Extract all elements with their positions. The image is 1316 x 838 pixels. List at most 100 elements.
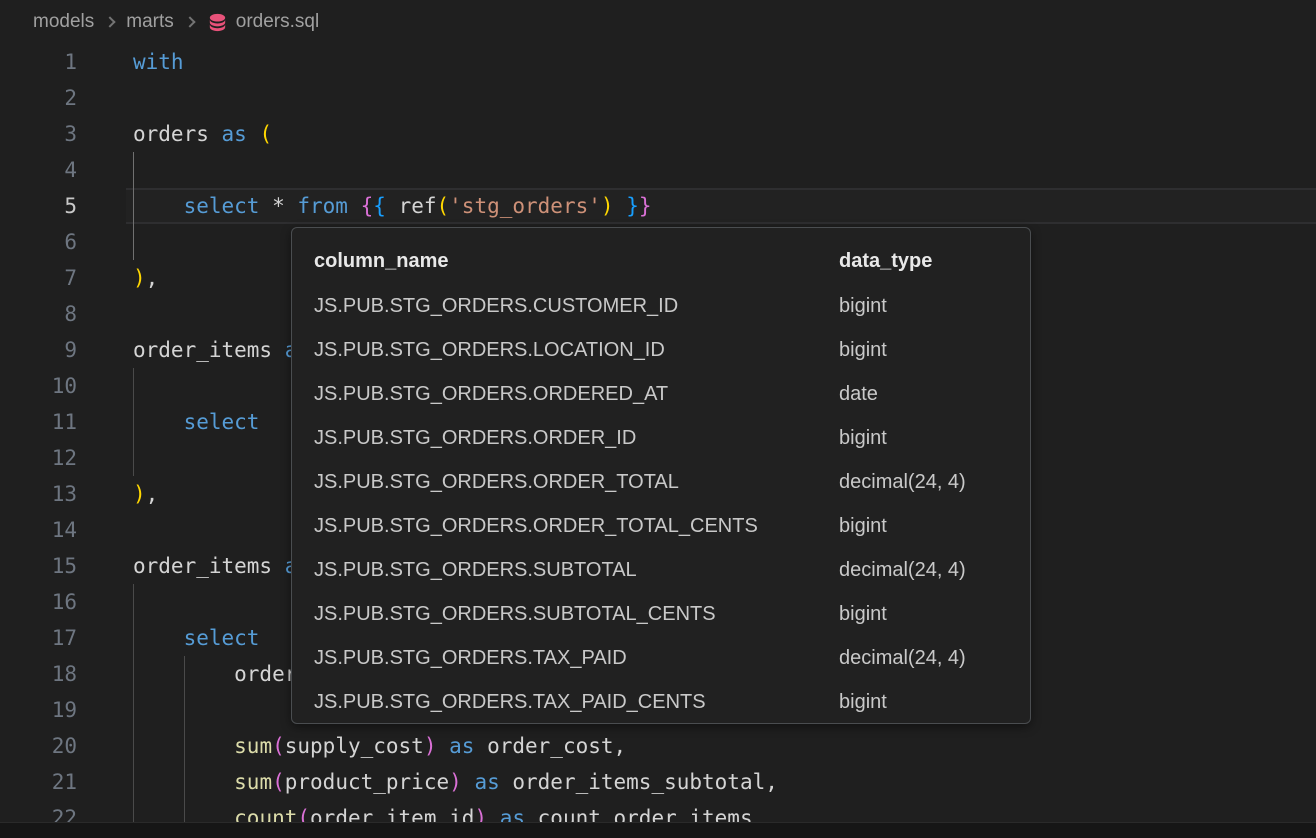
popup-cell-data-type: bigint: [839, 603, 1030, 626]
code-line[interactable]: sum(supply_cost) as order_cost,: [133, 728, 1316, 764]
code-token: [133, 410, 184, 434]
popup-cell-data-type: decimal(24, 4): [839, 559, 1030, 582]
code-token: order_items: [133, 338, 285, 362]
line-number[interactable]: 17: [0, 620, 77, 656]
line-number[interactable]: 15: [0, 548, 77, 584]
code-line[interactable]: orders as (: [133, 116, 1316, 152]
breadcrumb-item-file[interactable]: orders.sql: [206, 11, 319, 34]
line-number[interactable]: 12: [0, 440, 77, 476]
code-token: product_price: [285, 770, 449, 794]
line-number[interactable]: 16: [0, 584, 77, 620]
popup-table-row: JS.PUB.STG_ORDERS.ORDERED_ATdate: [292, 372, 1030, 416]
line-number[interactable]: 8: [0, 296, 77, 332]
code-line[interactable]: [133, 152, 1316, 188]
indent-guide: [184, 656, 185, 822]
code-token: ): [601, 194, 614, 218]
gutter[interactable]: 12345678910111213141516171819202122: [0, 44, 77, 836]
breadcrumb: models marts orders.sql: [0, 0, 1316, 44]
indent-guide: [133, 152, 134, 260]
code-token: ): [449, 770, 462, 794]
line-number[interactable]: 20: [0, 728, 77, 764]
code-token: as: [222, 122, 247, 146]
code-line[interactable]: sum(product_price) as order_items_subtot…: [133, 764, 1316, 800]
code-token: sum: [234, 770, 272, 794]
breadcrumb-item-marts[interactable]: marts: [126, 11, 174, 33]
popup-cell-column-name: JS.PUB.STG_ORDERS.ORDER_ID: [314, 427, 839, 450]
line-number[interactable]: 19: [0, 692, 77, 728]
code-line[interactable]: select * from {{ ref('stg_orders') }}: [133, 188, 1316, 224]
line-number[interactable]: 9: [0, 332, 77, 368]
popup-cell-column-name: JS.PUB.STG_ORDERS.ORDERED_AT: [314, 383, 839, 406]
popup-cell-column-name: JS.PUB.STG_ORDERS.SUBTOTAL: [314, 559, 839, 582]
popup-cell-data-type: bigint: [839, 427, 1030, 450]
line-number[interactable]: 18: [0, 656, 77, 692]
code-token: ): [424, 734, 437, 758]
popup-cell-column-name: JS.PUB.STG_ORDERS.ORDER_TOTAL_CENTS: [314, 515, 839, 538]
popup-cell-data-type: decimal(24, 4): [839, 471, 1030, 494]
code-token: supply_cost: [285, 734, 424, 758]
code-line[interactable]: [133, 80, 1316, 116]
code-token: (: [437, 194, 450, 218]
popup-column-header-type: data_type: [839, 250, 1030, 273]
popup-cell-column-name: JS.PUB.STG_ORDERS.TAX_PAID_CENTS: [314, 691, 839, 714]
breadcrumb-file-name: orders.sql: [236, 11, 319, 33]
line-number[interactable]: 10: [0, 368, 77, 404]
line-number[interactable]: 2: [0, 80, 77, 116]
popup-column-header-name: column_name: [314, 250, 839, 273]
breadcrumb-item-models[interactable]: models: [33, 11, 94, 33]
code-token: with: [133, 50, 184, 74]
line-number[interactable]: 1: [0, 44, 77, 80]
indent-guide: [133, 584, 134, 822]
chevron-right-icon: [184, 16, 195, 27]
popup-table-row: JS.PUB.STG_ORDERS.SUBTOTALdecimal(24, 4): [292, 548, 1030, 592]
code-token: select: [184, 626, 260, 650]
line-number[interactable]: 21: [0, 764, 77, 800]
code-token: }: [639, 194, 652, 218]
line-number[interactable]: 4: [0, 152, 77, 188]
popup-table-row: JS.PUB.STG_ORDERS.LOCATION_IDbigint: [292, 328, 1030, 372]
line-number[interactable]: 7: [0, 260, 77, 296]
code-token: ,: [146, 266, 159, 290]
code-token: [133, 626, 184, 650]
code-token: select: [184, 194, 260, 218]
code-token: [436, 734, 449, 758]
popup-cell-column-name: JS.PUB.STG_ORDERS.CUSTOMER_ID: [314, 295, 839, 318]
popup-table-row: JS.PUB.STG_ORDERS.ORDER_TOTAL_CENTSbigin…: [292, 504, 1030, 548]
code-token: order_items: [133, 554, 285, 578]
popup-cell-column-name: JS.PUB.STG_ORDERS.TAX_PAID: [314, 647, 839, 670]
code-token: {: [373, 194, 386, 218]
code-token: (: [272, 770, 285, 794]
code-token: ref: [386, 194, 437, 218]
code-token: *: [259, 194, 297, 218]
popup-cell-data-type: bigint: [839, 339, 1030, 362]
code-token: [614, 194, 627, 218]
code-token: {: [361, 194, 374, 218]
code-line[interactable]: with: [133, 44, 1316, 80]
code-token: ): [133, 266, 146, 290]
popup-cell-column-name: JS.PUB.STG_ORDERS.SUBTOTAL_CENTS: [314, 603, 839, 626]
code-token: as: [449, 734, 474, 758]
line-number[interactable]: 6: [0, 224, 77, 260]
popup-cell-data-type: bigint: [839, 295, 1030, 318]
code-token: [247, 122, 260, 146]
line-number[interactable]: 3: [0, 116, 77, 152]
popup-cell-column-name: JS.PUB.STG_ORDERS.LOCATION_ID: [314, 339, 839, 362]
popup-table-row: JS.PUB.STG_ORDERS.SUBTOTAL_CENTSbigint: [292, 592, 1030, 636]
line-number[interactable]: 11: [0, 404, 77, 440]
line-number[interactable]: 13: [0, 476, 77, 512]
code-token: [462, 770, 475, 794]
code-token: [348, 194, 361, 218]
code-token: order_cost,: [474, 734, 626, 758]
code-token: sum: [234, 734, 272, 758]
line-number[interactable]: 14: [0, 512, 77, 548]
indent-guide: [133, 368, 134, 476]
popup-table-row: JS.PUB.STG_ORDERS.ORDER_IDbigint: [292, 416, 1030, 460]
hover-popup: column_name data_type JS.PUB.STG_ORDERS.…: [291, 227, 1031, 724]
popup-cell-data-type: bigint: [839, 515, 1030, 538]
popup-cell-column-name: JS.PUB.STG_ORDERS.ORDER_TOTAL: [314, 471, 839, 494]
bottom-panel-edge: [0, 822, 1316, 838]
popup-cell-data-type: bigint: [839, 691, 1030, 714]
code-token: ): [133, 482, 146, 506]
popup-header-row: column_name data_type: [292, 238, 1030, 284]
line-number[interactable]: 5: [0, 188, 77, 224]
